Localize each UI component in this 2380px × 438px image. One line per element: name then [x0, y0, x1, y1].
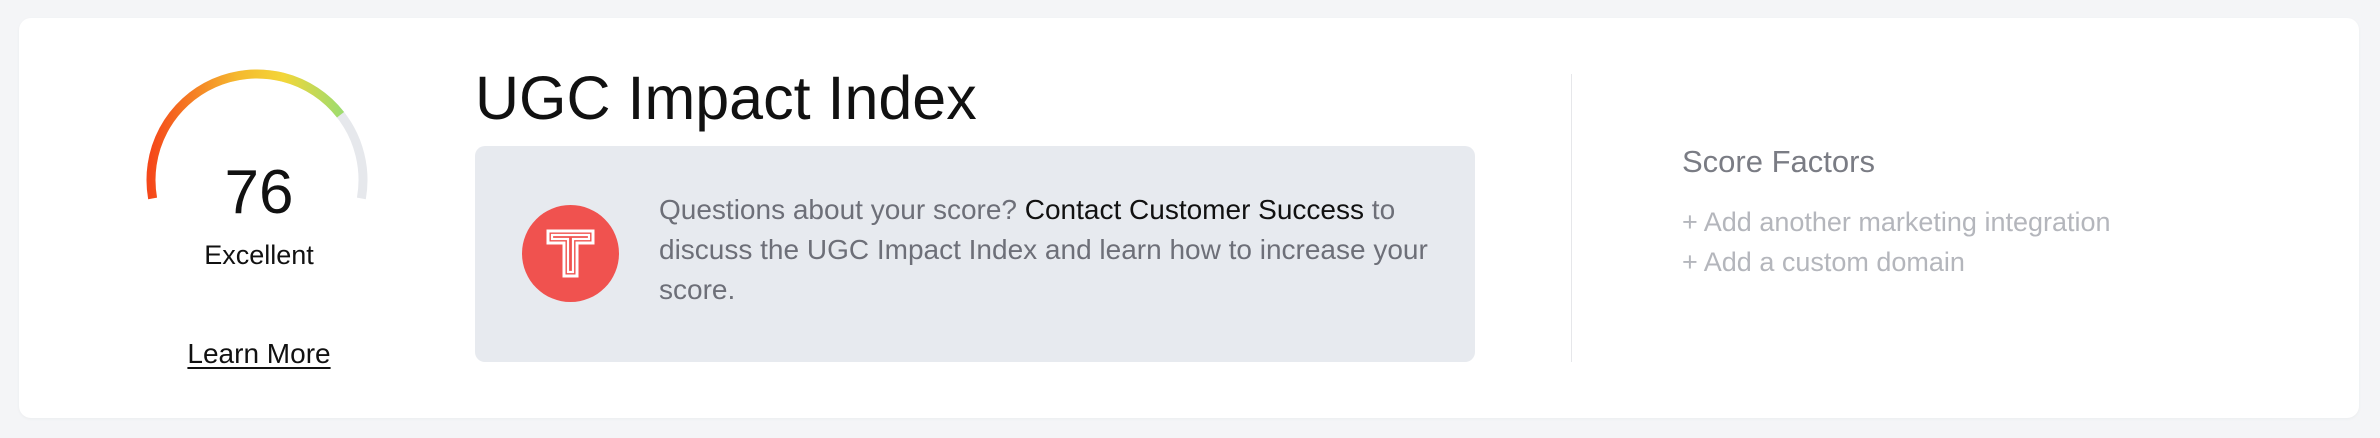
page-title: UGC Impact Index [475, 64, 977, 132]
section-divider [1571, 74, 1572, 362]
score-rating-label: Excellent [204, 240, 314, 270]
factor-add-custom-domain[interactable]: + Add a custom domain [1682, 242, 2282, 282]
t-logo-icon [522, 205, 619, 302]
contact-info-box: Questions about your score? Contact Cust… [475, 146, 1475, 362]
contact-customer-success-link[interactable]: Contact Customer Success [1025, 194, 1364, 225]
score-panel: 76 Excellent Learn More [119, 68, 399, 388]
info-text-before: Questions about your score? [659, 194, 1025, 225]
factor-add-marketing-integration[interactable]: + Add another marketing integration [1682, 202, 2282, 242]
score-factors-panel: Score Factors + Add another marketing in… [1682, 144, 2282, 282]
score-value: 76 [224, 158, 294, 227]
score-factors-title: Score Factors [1682, 144, 1875, 179]
score-card: 76 Excellent Learn More UGC Impact Index… [19, 18, 2359, 418]
info-message: Questions about your score? Contact Cust… [659, 190, 1439, 310]
learn-more-link[interactable]: Learn More [119, 338, 399, 370]
